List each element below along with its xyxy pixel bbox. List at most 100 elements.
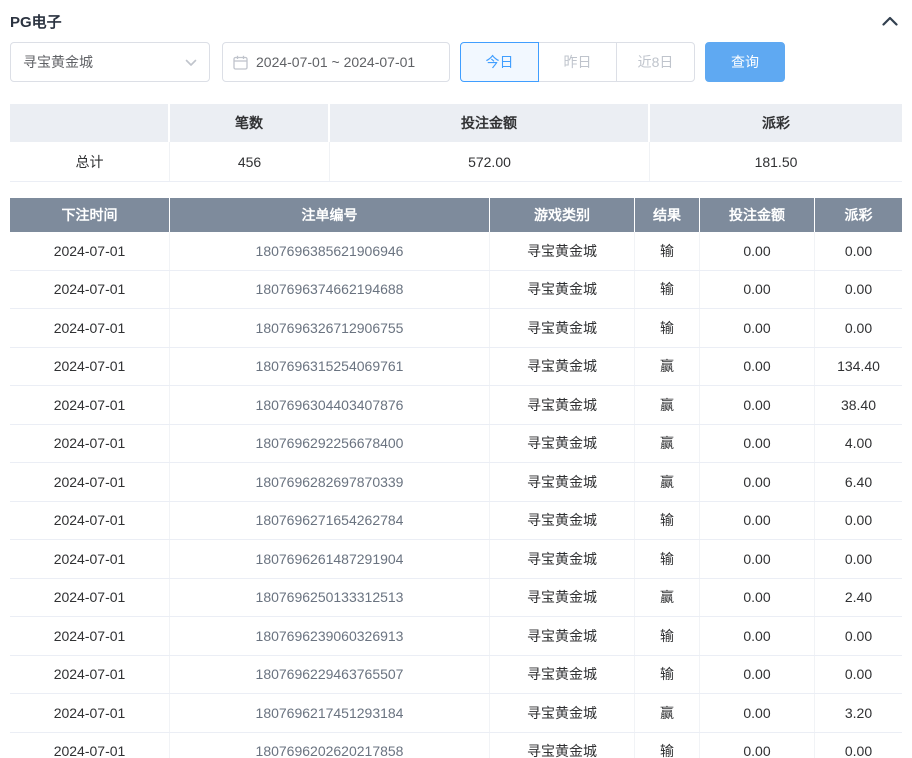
game-type-cell: 寻宝黄金城 bbox=[490, 386, 635, 424]
date-range-value: 2024-07-01 ~ 2024-07-01 bbox=[256, 54, 415, 70]
payout-cell: 4.00 bbox=[815, 425, 902, 463]
order-id-cell: 1807696385621906946 bbox=[170, 232, 490, 270]
game-type-cell: 寻宝黄金城 bbox=[490, 579, 635, 617]
order-id-cell: 1807696271654262784 bbox=[170, 502, 490, 540]
quick-range-button-0[interactable]: 今日 bbox=[460, 42, 539, 82]
collapse-button[interactable] bbox=[878, 9, 902, 33]
summary-header-row: 笔数 投注金额 派彩 bbox=[10, 104, 902, 142]
summary-header-blank bbox=[10, 104, 170, 142]
page-title: PG电子 bbox=[10, 11, 62, 32]
date-range-input[interactable]: 2024-07-01 ~ 2024-07-01 bbox=[222, 42, 450, 82]
pg-games-panel: PG电子 寻宝黄金城 2024-07-01 ~ 2024-0 bbox=[0, 0, 912, 758]
order-id-cell: 1807696217451293184 bbox=[170, 694, 490, 732]
table-row: 2024-07-011807696202620217858寻宝黄金城输0.000… bbox=[10, 733, 902, 758]
bet-amount-cell: 0.00 bbox=[700, 463, 815, 501]
game-type-cell: 寻宝黄金城 bbox=[490, 348, 635, 386]
order-id-cell: 1807696261487291904 bbox=[170, 540, 490, 578]
game-type-cell: 寻宝黄金城 bbox=[490, 502, 635, 540]
summary-total-label: 总计 bbox=[10, 142, 170, 181]
payout-cell: 134.40 bbox=[815, 348, 902, 386]
game-type-cell: 寻宝黄金城 bbox=[490, 733, 635, 758]
bet-time-cell: 2024-07-01 bbox=[10, 617, 170, 655]
result-cell: 赢 bbox=[635, 386, 700, 424]
bet-time-cell: 2024-07-01 bbox=[10, 733, 170, 758]
result-cell: 输 bbox=[635, 656, 700, 694]
game-type-cell: 寻宝黄金城 bbox=[490, 309, 635, 347]
order-id-cell: 1807696229463765507 bbox=[170, 656, 490, 694]
result-cell: 输 bbox=[635, 733, 700, 758]
result-cell: 输 bbox=[635, 540, 700, 578]
header-result: 结果 bbox=[635, 198, 700, 232]
quick-range-button-group: 今日昨日近8日 bbox=[460, 42, 695, 82]
payout-cell: 0.00 bbox=[815, 232, 902, 270]
result-cell: 赢 bbox=[635, 694, 700, 732]
summary-header-bet-amount: 投注金额 bbox=[330, 104, 650, 142]
table-row: 2024-07-011807696271654262784寻宝黄金城输0.000… bbox=[10, 502, 902, 541]
bet-amount-cell: 0.00 bbox=[700, 502, 815, 540]
quick-range-button-2[interactable]: 近8日 bbox=[616, 42, 695, 82]
payout-cell: 0.00 bbox=[815, 733, 902, 758]
bet-time-cell: 2024-07-01 bbox=[10, 348, 170, 386]
search-button[interactable]: 查询 bbox=[705, 42, 785, 82]
bet-amount-cell: 0.00 bbox=[700, 386, 815, 424]
header-payout: 派彩 bbox=[815, 198, 902, 232]
order-id-cell: 1807696250133312513 bbox=[170, 579, 490, 617]
game-type-cell: 寻宝黄金城 bbox=[490, 425, 635, 463]
calendar-icon bbox=[233, 55, 248, 70]
table-row: 2024-07-011807696239060326913寻宝黄金城输0.000… bbox=[10, 617, 902, 656]
payout-cell: 0.00 bbox=[815, 617, 902, 655]
payout-cell: 0.00 bbox=[815, 271, 902, 309]
bet-amount-cell: 0.00 bbox=[700, 271, 815, 309]
table-row: 2024-07-011807696385621906946寻宝黄金城输0.000… bbox=[10, 232, 902, 271]
header-bet-amount: 投注金额 bbox=[700, 198, 815, 232]
bet-time-cell: 2024-07-01 bbox=[10, 694, 170, 732]
payout-cell: 2.40 bbox=[815, 579, 902, 617]
bet-time-cell: 2024-07-01 bbox=[10, 232, 170, 270]
header-bet-time: 下注时间 bbox=[10, 198, 170, 232]
order-id-cell: 1807696326712906755 bbox=[170, 309, 490, 347]
game-type-cell: 寻宝黄金城 bbox=[490, 232, 635, 270]
game-type-cell: 寻宝黄金城 bbox=[490, 617, 635, 655]
panel-header: PG电子 bbox=[10, 6, 902, 36]
payout-cell: 0.00 bbox=[815, 309, 902, 347]
game-select-value: 寻宝黄金城 bbox=[23, 52, 93, 72]
table-row: 2024-07-011807696304403407876寻宝黄金城赢0.003… bbox=[10, 386, 902, 425]
table-row: 2024-07-011807696374662194688寻宝黄金城输0.000… bbox=[10, 271, 902, 310]
bet-time-cell: 2024-07-01 bbox=[10, 425, 170, 463]
payout-cell: 3.20 bbox=[815, 694, 902, 732]
bet-amount-cell: 0.00 bbox=[700, 656, 815, 694]
summary-total-row: 总计 456 572.00 181.50 bbox=[10, 142, 902, 182]
table-row: 2024-07-011807696217451293184寻宝黄金城赢0.003… bbox=[10, 694, 902, 733]
table-row: 2024-07-011807696292256678400寻宝黄金城赢0.004… bbox=[10, 425, 902, 464]
table-row: 2024-07-011807696326712906755寻宝黄金城输0.000… bbox=[10, 309, 902, 348]
bet-amount-cell: 0.00 bbox=[700, 540, 815, 578]
game-select[interactable]: 寻宝黄金城 bbox=[10, 42, 210, 82]
result-cell: 输 bbox=[635, 502, 700, 540]
summary-header-payout: 派彩 bbox=[650, 104, 902, 142]
summary-bet-amount-value: 572.00 bbox=[330, 142, 650, 181]
summary-table: 笔数 投注金额 派彩 总计 456 572.00 181.50 bbox=[10, 104, 902, 182]
bet-time-cell: 2024-07-01 bbox=[10, 271, 170, 309]
summary-payout-value: 181.50 bbox=[650, 142, 902, 181]
bet-table-header-row: 下注时间 注单编号 游戏类别 结果 投注金额 派彩 bbox=[10, 198, 902, 232]
game-type-cell: 寻宝黄金城 bbox=[490, 540, 635, 578]
order-id-cell: 1807696292256678400 bbox=[170, 425, 490, 463]
order-id-cell: 1807696304403407876 bbox=[170, 386, 490, 424]
bet-time-cell: 2024-07-01 bbox=[10, 309, 170, 347]
result-cell: 输 bbox=[635, 309, 700, 347]
chevron-down-icon bbox=[185, 54, 197, 70]
order-id-cell: 1807696239060326913 bbox=[170, 617, 490, 655]
bet-time-cell: 2024-07-01 bbox=[10, 502, 170, 540]
bet-time-cell: 2024-07-01 bbox=[10, 656, 170, 694]
summary-header-count: 笔数 bbox=[170, 104, 330, 142]
result-cell: 输 bbox=[635, 232, 700, 270]
bet-time-cell: 2024-07-01 bbox=[10, 579, 170, 617]
bet-amount-cell: 0.00 bbox=[700, 309, 815, 347]
bet-time-cell: 2024-07-01 bbox=[10, 463, 170, 501]
order-id-cell: 1807696202620217858 bbox=[170, 733, 490, 758]
table-row: 2024-07-011807696315254069761寻宝黄金城赢0.001… bbox=[10, 348, 902, 387]
bet-amount-cell: 0.00 bbox=[700, 348, 815, 386]
summary-count-value: 456 bbox=[170, 142, 330, 181]
result-cell: 赢 bbox=[635, 348, 700, 386]
quick-range-button-1[interactable]: 昨日 bbox=[538, 42, 617, 82]
